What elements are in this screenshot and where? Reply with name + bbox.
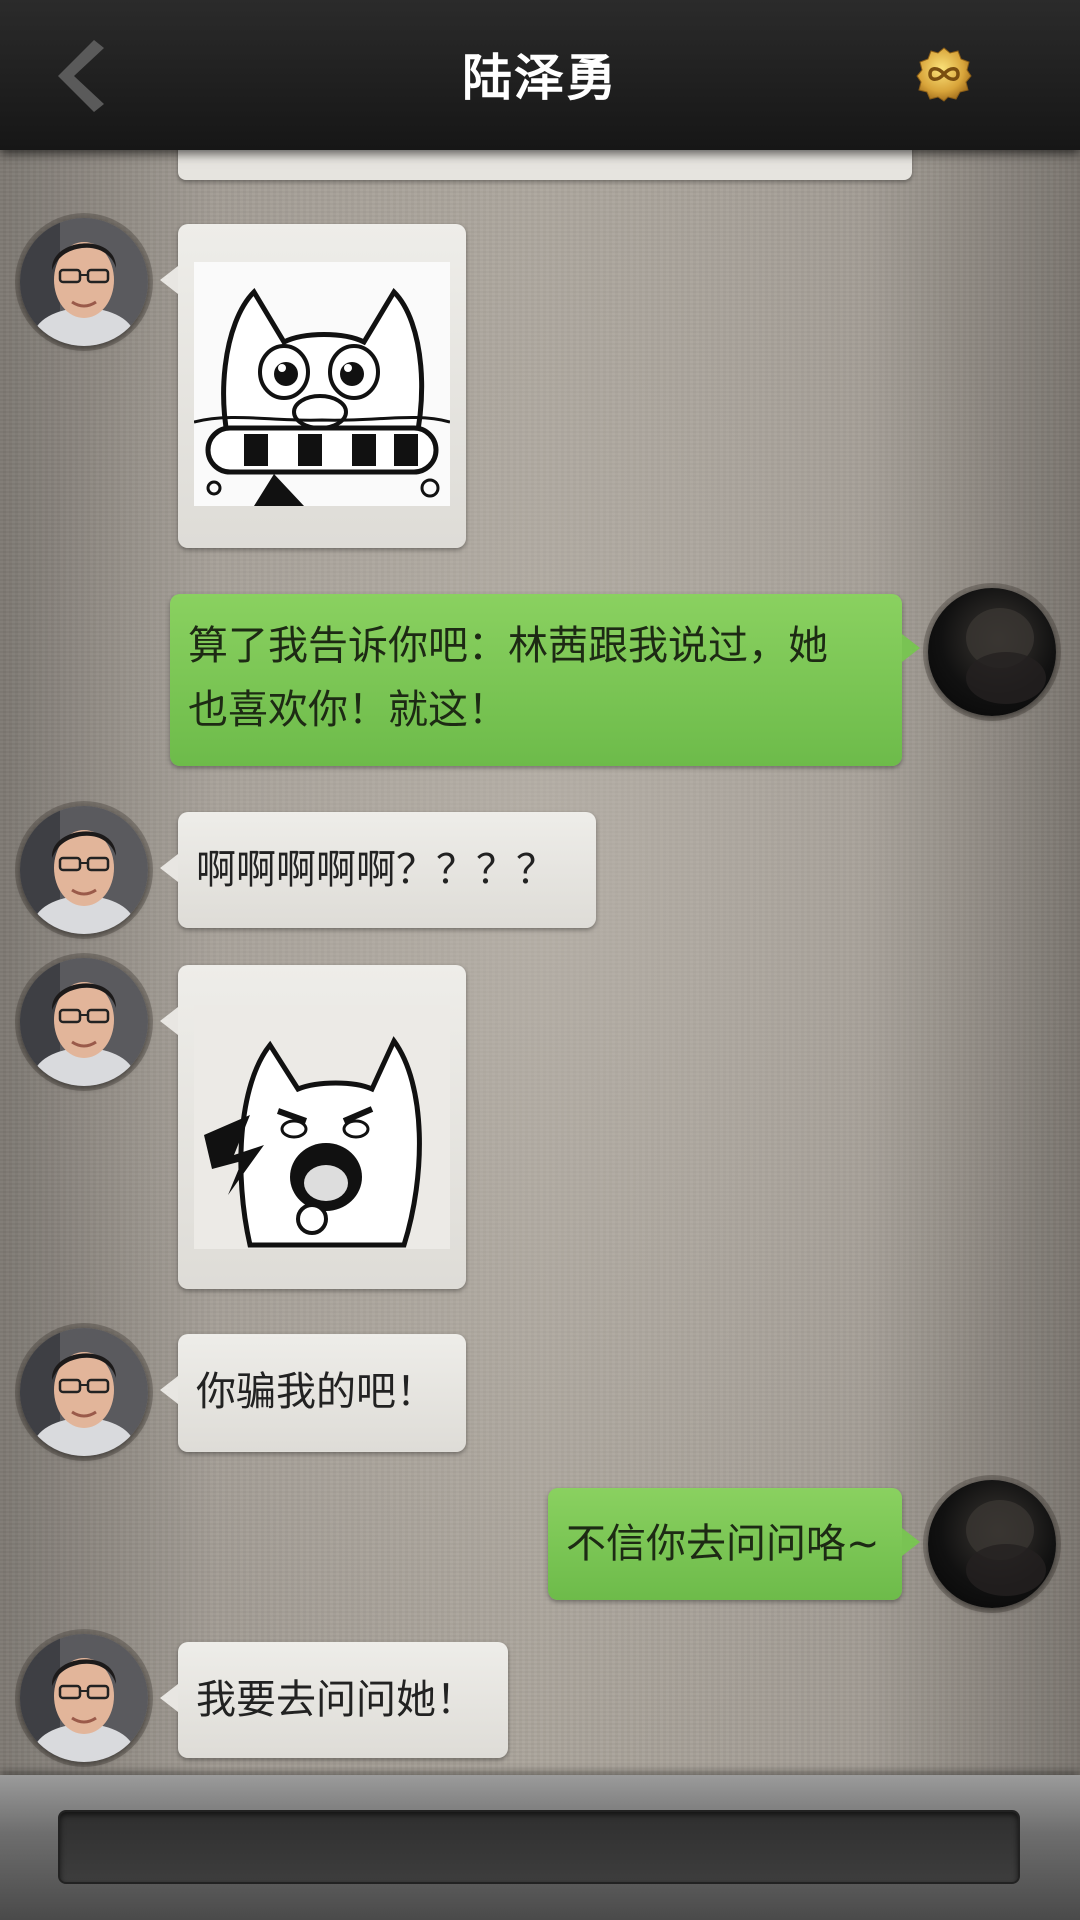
my-avatar[interactable] (928, 1480, 1056, 1608)
my-avatar[interactable] (928, 588, 1056, 716)
contact-avatar[interactable] (20, 1634, 148, 1762)
message-text-line: 算了我告诉你吧：林茜跟我说过，她 (188, 623, 828, 669)
dark-avatar-image (966, 608, 1046, 704)
infinity-coin-icon (916, 47, 972, 102)
message-bubble-sticker (160, 965, 466, 1289)
person-avatar-image (20, 1328, 148, 1456)
cat-biting-phone-sticker[interactable] (194, 262, 450, 506)
contact-avatar[interactable] (20, 958, 148, 1086)
contact-avatar[interactable] (20, 218, 148, 346)
message-text: 我要去问问她！ (196, 1677, 476, 1723)
header-bar: 陆泽勇 (0, 0, 1080, 150)
message-text-line: 也喜欢你！就这！ (188, 687, 508, 733)
message-bubble-outgoing: 算了我告诉你吧：林茜跟我说过，她 也喜欢你！就这！ (170, 594, 920, 766)
message-text: 啊啊啊啊啊？？？？ (196, 847, 556, 893)
message-bubble-sticker (160, 224, 466, 548)
coin-button[interactable] (916, 46, 972, 102)
person-avatar-image (20, 218, 148, 346)
message-bubble-incoming: 我要去问问她！ (160, 1642, 508, 1758)
message-text: 不信你去问问咯~ (566, 1521, 880, 1567)
message-bubble-incoming: 你骗我的吧！ (160, 1334, 466, 1452)
contact-avatar[interactable] (20, 1328, 148, 1456)
message-bubble-outgoing: 不信你去问问咯~ (548, 1488, 920, 1600)
message-input[interactable] (58, 1810, 1020, 1884)
person-avatar-image (20, 1634, 148, 1762)
dark-avatar-image (966, 1500, 1046, 1596)
bottom-input-bar (0, 1775, 1080, 1920)
contact-avatar[interactable] (20, 806, 148, 934)
person-avatar-image (20, 958, 148, 1086)
message-bubble-incoming: 啊啊啊啊啊？？？？ (160, 812, 596, 928)
person-avatar-image (20, 806, 148, 934)
cat-screaming-sticker[interactable] (194, 1005, 450, 1249)
message-text: 你骗我的吧！ (196, 1369, 436, 1415)
